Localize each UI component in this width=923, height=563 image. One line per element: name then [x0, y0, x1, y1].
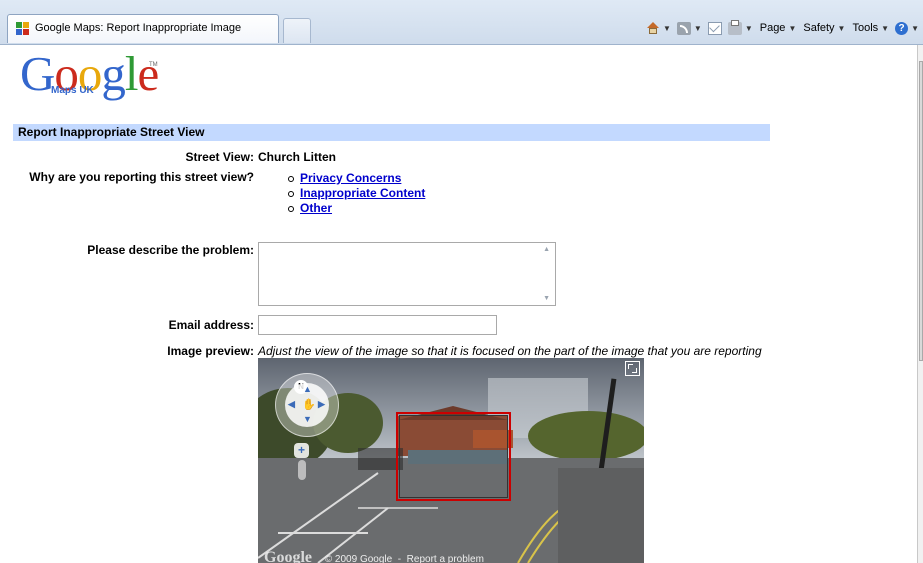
scrollbar-thumb[interactable] [919, 61, 923, 361]
street-view-value: Church Litten [258, 150, 336, 164]
reason-label: Why are you reporting this street view? [29, 170, 254, 184]
chevron-down-icon: ▼ [881, 23, 890, 33]
help-menu[interactable]: ? ▼ [895, 21, 919, 35]
google-maps-favicon-icon [16, 22, 29, 35]
report-problem-link[interactable]: Report a problem [407, 554, 484, 563]
image-preview-label: Image preview: [167, 344, 254, 358]
feed-icon [676, 21, 691, 35]
vertical-scrollbar[interactable] [917, 45, 923, 563]
scroll-down-icon[interactable]: ▼ [543, 295, 550, 302]
other-link[interactable]: Other [300, 201, 332, 215]
command-bar: ▼ ▼ ▼ Page ▼ Safety ▼ Tools ▼ ? ▼ [640, 19, 919, 37]
read-mail-button[interactable] [707, 21, 722, 35]
safety-menu[interactable]: Safety ▼ [802, 22, 845, 34]
navigation-control[interactable]: N ▲ ◀ ▶ ▼ ✋ [275, 373, 339, 437]
print-button[interactable]: ▼ [727, 19, 753, 35]
google-footer-logo: Google [264, 549, 312, 563]
privacy-concerns-link[interactable]: Privacy Concerns [300, 171, 401, 185]
fullscreen-icon[interactable] [625, 361, 640, 376]
section-header: Report Inappropriate Street View [13, 124, 770, 141]
tools-menu[interactable]: Tools ▼ [851, 22, 889, 34]
tools-menu-label: Tools [852, 22, 879, 34]
pan-right-icon[interactable]: ▶ [318, 399, 325, 410]
pan-left-icon[interactable]: ◀ [288, 399, 295, 410]
feeds-button[interactable]: ▼ [676, 21, 702, 35]
scroll-up-icon[interactable]: ▲ [543, 246, 550, 253]
home-icon [646, 21, 660, 35]
pan-down-icon[interactable]: ▼ [303, 414, 312, 424]
new-tab-button[interactable] [283, 18, 311, 43]
logo-subtitle: Maps UK [51, 85, 94, 96]
email-field[interactable] [258, 315, 497, 335]
street-view-label: Street View: [185, 150, 254, 164]
textarea-scrollbar[interactable]: ▲ ▼ [540, 243, 555, 305]
hand-icon: ✋ [302, 399, 316, 411]
problem-description-textarea[interactable]: ▲ ▼ [258, 242, 556, 306]
email-label: Email address: [168, 318, 254, 332]
describe-label: Please describe the problem: [87, 243, 254, 257]
chevron-down-icon: ▼ [788, 23, 797, 33]
mail-icon [707, 21, 722, 35]
street-view-footer: Google © 2009 Google - Report a problem [264, 549, 484, 563]
printer-icon [727, 19, 742, 35]
image-preview-instructions: Adjust the view of the image so that it … [258, 344, 762, 358]
street-view-panorama[interactable]: N ▲ ◀ ▶ ▼ ✋ + Google © 2009 Google - Rep… [258, 358, 644, 563]
page-menu[interactable]: Page ▼ [759, 22, 797, 34]
tab-title: Google Maps: Report Inappropriate Image [35, 22, 242, 34]
chevron-down-icon: ▼ [911, 23, 919, 33]
list-item: Privacy Concerns [288, 171, 425, 186]
browser-toolbar: Google Maps: Report Inappropriate Image … [0, 0, 923, 45]
zoom-slider[interactable] [298, 460, 306, 480]
home-button[interactable]: ▼ [646, 21, 671, 35]
trademark-mark: TM [149, 62, 158, 68]
page-menu-label: Page [759, 22, 786, 34]
list-item: Inappropriate Content [288, 186, 425, 201]
help-icon: ? [895, 21, 909, 35]
pan-up-icon[interactable]: ▲ [303, 384, 312, 394]
zoom-in-button[interactable]: + [294, 443, 309, 458]
inappropriate-content-link[interactable]: Inappropriate Content [300, 186, 425, 200]
focus-selection-box[interactable] [396, 412, 511, 501]
pan-control[interactable]: ▲ ◀ ▶ ▼ ✋ [285, 383, 329, 427]
copyright-text: © 2009 Google [324, 554, 393, 563]
list-item: Other [288, 201, 425, 216]
chevron-down-icon: ▼ [837, 23, 846, 33]
reason-list: Privacy Concerns Inappropriate Content O… [288, 171, 425, 216]
safety-menu-label: Safety [803, 22, 835, 34]
browser-tab-active[interactable]: Google Maps: Report Inappropriate Image [7, 14, 279, 43]
